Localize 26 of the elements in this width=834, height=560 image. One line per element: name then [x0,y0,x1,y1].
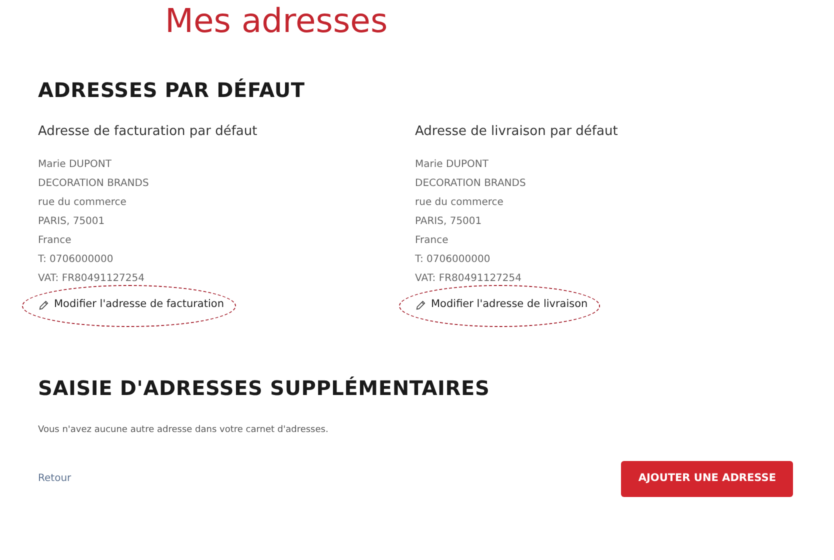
pencil-icon [415,300,426,311]
edit-address-link[interactable]: Modifier l'adresse de livraison [415,297,588,313]
back-link[interactable]: Retour [38,471,72,486]
address-line: VAT: FR80491127254 [415,272,523,286]
empty-message: Vous n'avez aucune autre adresse dans votre carnet d'adresses. [38,424,330,437]
address-heading: Adresse de facturation par défaut [38,124,258,140]
address-line: T: 0706000000 [38,252,114,267]
address-line: France [38,234,72,248]
address-line: rue du commerce [38,196,128,210]
edit-address-link[interactable]: Modifier l'adresse de facturation [38,297,224,313]
address-line: Marie DUPONT [415,158,490,172]
address-line: DECORATION BRANDS [415,176,527,191]
address-line: France [415,234,450,248]
address-line: PARIS, 75001 [415,214,483,229]
add-address-button[interactable]: AJOUTER UNE ADRESSE [621,461,793,497]
address-line: DECORATION BRANDS [38,176,150,191]
section-heading: SAISIE D'ADRESSES SUPPLÉMENTAIRES [38,376,491,400]
address-line: rue du commerce [415,196,504,210]
address-line: PARIS, 75001 [38,214,106,229]
pencil-icon [38,300,49,311]
address-line: Marie DUPONT [38,158,112,172]
address-line: T: 0706000000 [415,252,492,267]
address-heading: Adresse de livraison par défaut [415,124,619,140]
page-title: Mes adresses [165,0,389,42]
address-line: VAT: FR80491127254 [38,272,146,286]
section-heading: ADRESSES PAR DÉFAUT [38,78,306,102]
